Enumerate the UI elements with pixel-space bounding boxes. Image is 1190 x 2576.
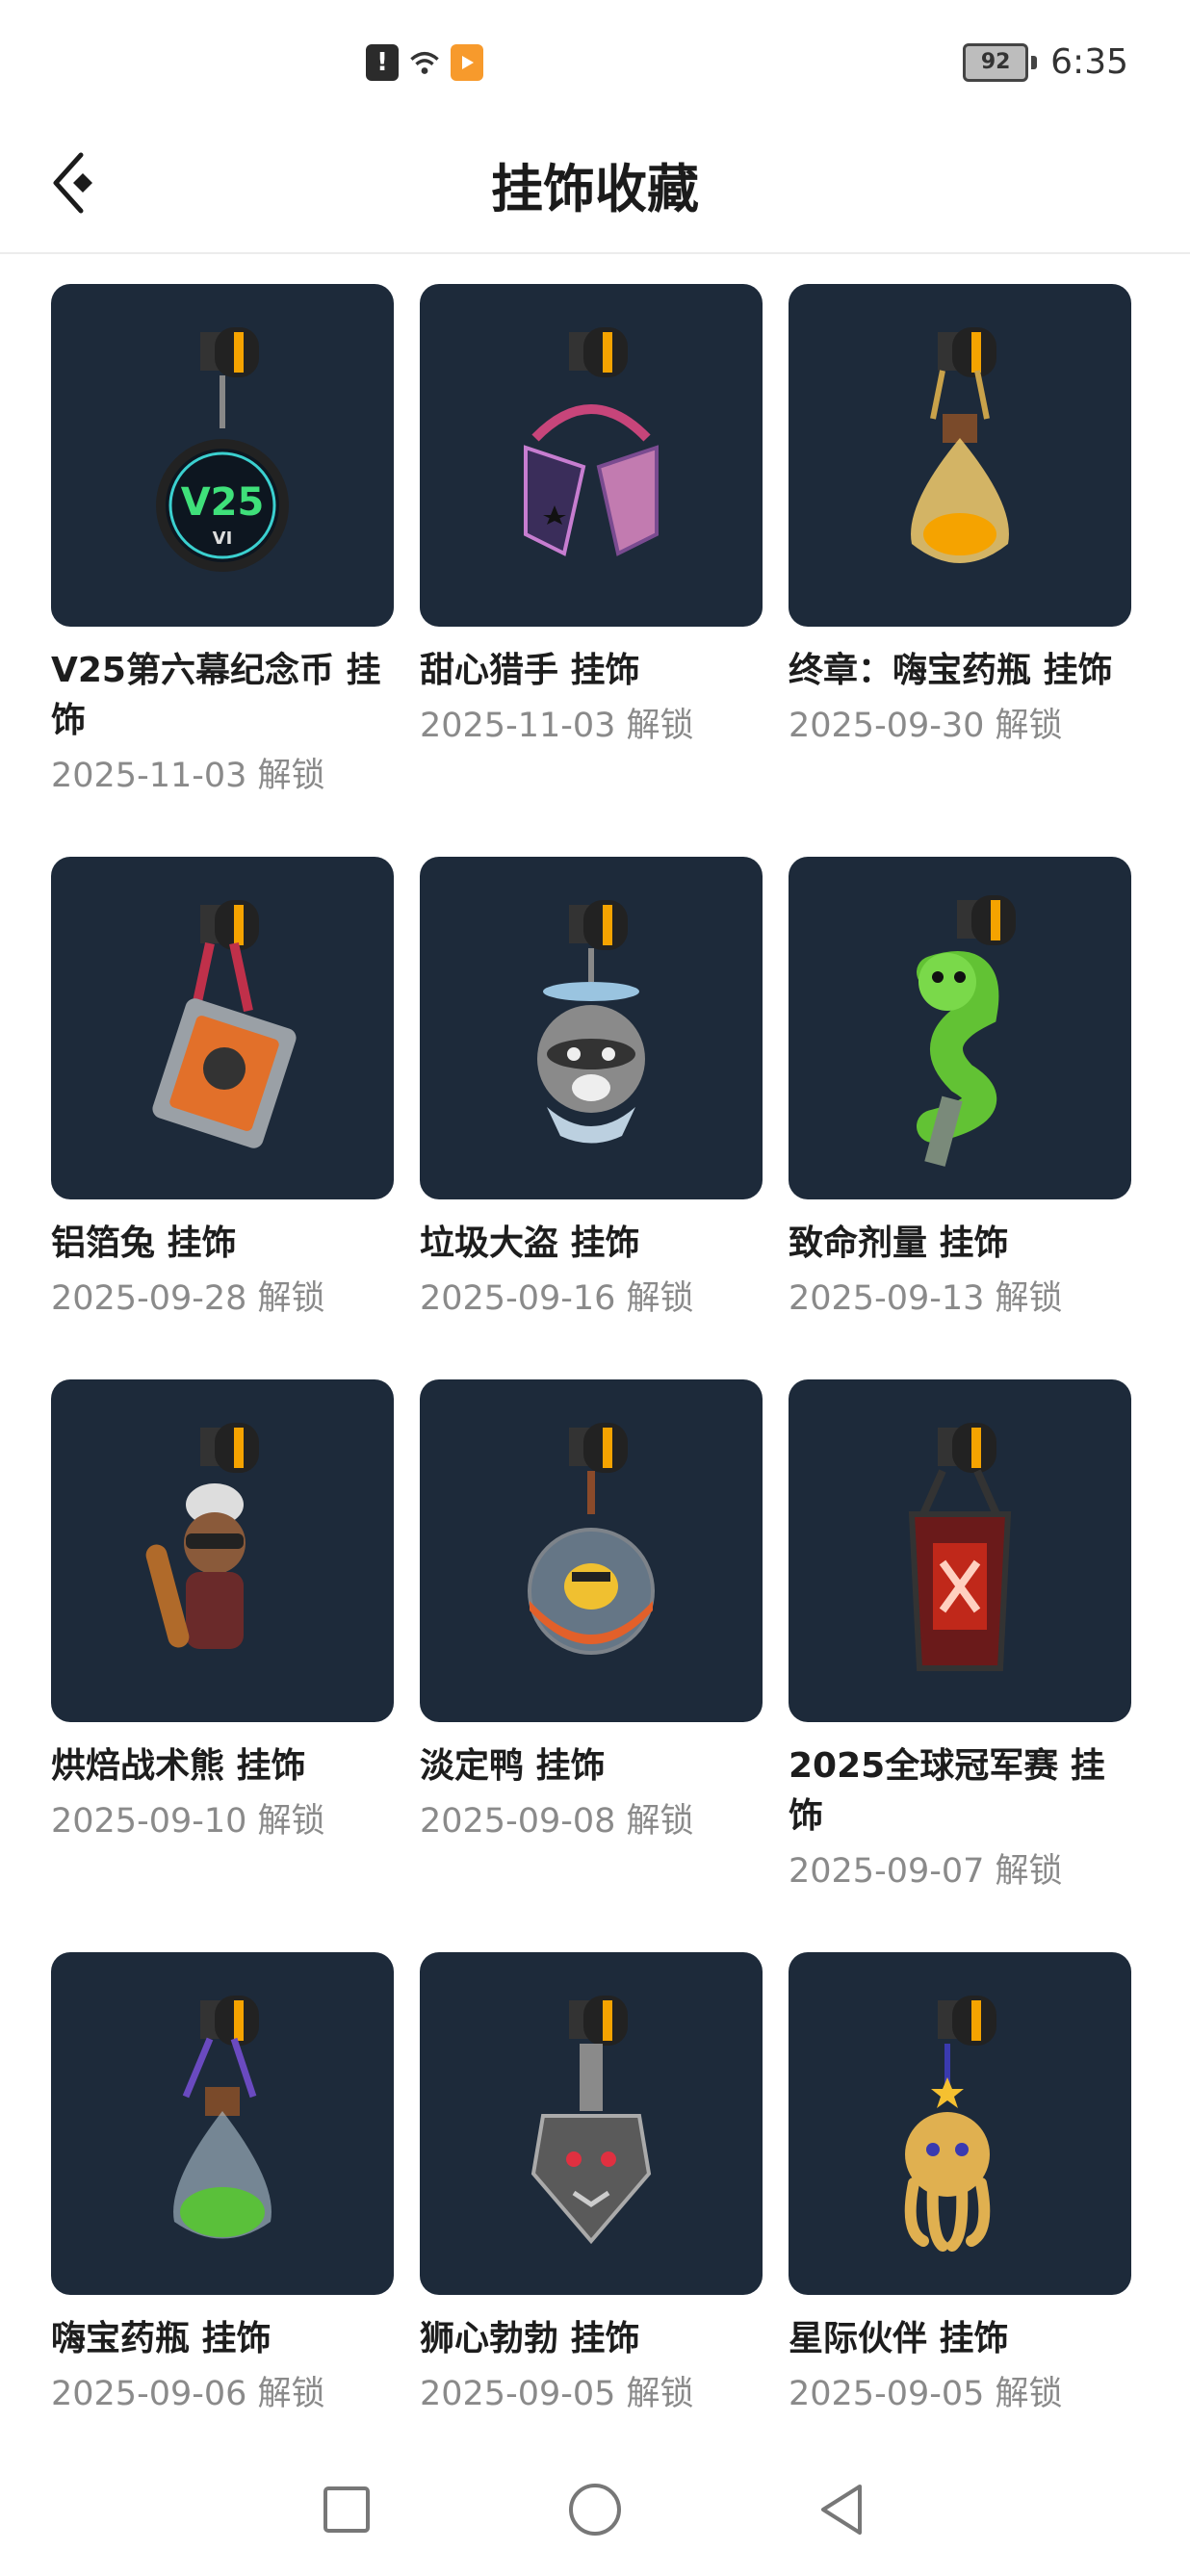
charm-name: 甜心猎手 挂饰 bbox=[420, 651, 640, 690]
charm-image bbox=[420, 1952, 763, 2295]
status-bar: ! 92 6:35 bbox=[0, 0, 1190, 116]
clock: 6:35 bbox=[1050, 42, 1128, 82]
charm-image: V25 VI bbox=[51, 284, 394, 627]
recents-button[interactable] bbox=[303, 2466, 390, 2553]
charm-unlock-date: 2025-09-10 解锁 bbox=[51, 1802, 325, 1841]
charm-name: 致命剂量 挂饰 bbox=[789, 1224, 1009, 1263]
status-right: 92 6:35 bbox=[963, 42, 1128, 82]
charm-image bbox=[51, 1379, 394, 1722]
charm-card[interactable]: 2025全球冠军赛 挂饰 2025-09-07 解锁 bbox=[789, 1379, 1131, 1895]
charm-card[interactable]: 烘焙战术熊 挂饰 2025-09-10 解锁 bbox=[51, 1379, 394, 1845]
screen: ! 92 6:35 挂饰收藏 V25 VI V25第六幕纪念币 挂饰 2025-… bbox=[0, 0, 1190, 2576]
charm-card[interactable]: 垃圾大盗 挂饰 2025-09-16 解锁 bbox=[420, 857, 763, 1323]
charm-image bbox=[420, 1379, 763, 1722]
charm-unlock-date: 2025-09-28 解锁 bbox=[51, 1279, 325, 1318]
charm-unlock-date: 2025-09-13 解锁 bbox=[789, 1279, 1063, 1318]
battery-level: 92 bbox=[963, 42, 1029, 82]
home-circle-icon bbox=[569, 2484, 621, 2536]
charm-card[interactable]: 铝箔兔 挂饰 2025-09-28 解锁 bbox=[51, 857, 394, 1323]
charm-name: 淡定鸭 挂饰 bbox=[420, 1746, 606, 1786]
system-nav-bar bbox=[0, 2445, 1190, 2576]
charm-image bbox=[789, 1952, 1131, 2295]
back-triangle-icon bbox=[821, 2485, 862, 2535]
charm-name: 狮心勃勃 挂饰 bbox=[420, 2319, 640, 2358]
back-arrow-icon bbox=[53, 152, 92, 214]
charm-image bbox=[420, 284, 763, 627]
charm-unlock-date: 2025-09-16 解锁 bbox=[420, 1279, 694, 1318]
charm-unlock-date: 2025-09-07 解锁 bbox=[789, 1852, 1063, 1891]
charm-image bbox=[789, 284, 1131, 627]
charm-name: 垃圾大盗 挂饰 bbox=[420, 1224, 640, 1263]
charm-unlock-date: 2025-09-05 解锁 bbox=[789, 2375, 1063, 2413]
charm-card[interactable]: 星际伙伴 挂饰 2025-09-05 解锁 bbox=[789, 1952, 1131, 2418]
charm-card[interactable]: 终章：嗨宝药瓶 挂饰 2025-09-30 解锁 bbox=[789, 284, 1131, 750]
charm-unlock-date: 2025-11-03 解锁 bbox=[51, 757, 325, 795]
system-back-button[interactable] bbox=[799, 2466, 886, 2553]
charm-name: V25第六幕纪念币 挂饰 bbox=[51, 651, 381, 740]
charm-name: 嗨宝药瓶 挂饰 bbox=[51, 2319, 272, 2358]
video-app-icon bbox=[451, 44, 483, 81]
app-header: 挂饰收藏 bbox=[0, 116, 1190, 254]
battery-icon: 92 bbox=[963, 42, 1038, 82]
charm-name: 铝箔兔 挂饰 bbox=[51, 1224, 237, 1263]
wifi-icon bbox=[408, 44, 441, 81]
charm-card[interactable]: V25 VI V25第六幕纪念币 挂饰 2025-11-03 解锁 bbox=[51, 284, 394, 800]
charm-unlock-date: 2025-09-05 解锁 bbox=[420, 2375, 694, 2413]
charm-unlock-date: 2025-09-30 解锁 bbox=[789, 707, 1063, 745]
charm-name: 星际伙伴 挂饰 bbox=[789, 2319, 1009, 2358]
svg-text:V25: V25 bbox=[181, 480, 265, 525]
charm-card[interactable]: 致命剂量 挂饰 2025-09-13 解锁 bbox=[789, 857, 1131, 1323]
charm-image bbox=[420, 857, 763, 1199]
charm-image bbox=[789, 857, 1131, 1199]
home-button[interactable] bbox=[552, 2466, 638, 2553]
charm-card[interactable]: 狮心勃勃 挂饰 2025-09-05 解锁 bbox=[420, 1952, 763, 2418]
charm-card[interactable]: 嗨宝药瓶 挂饰 2025-09-06 解锁 bbox=[51, 1952, 394, 2418]
charm-image bbox=[789, 1379, 1131, 1722]
status-icons: ! bbox=[366, 44, 483, 81]
charm-name: 2025全球冠军赛 挂饰 bbox=[789, 1746, 1105, 1836]
charm-unlock-date: 2025-09-06 解锁 bbox=[51, 2375, 325, 2413]
charm-card[interactable]: 甜心猎手 挂饰 2025-11-03 解锁 bbox=[420, 284, 763, 750]
charm-name: 终章：嗨宝药瓶 挂饰 bbox=[789, 651, 1113, 690]
charm-image bbox=[51, 857, 394, 1199]
charm-card[interactable]: 淡定鸭 挂饰 2025-09-08 解锁 bbox=[420, 1379, 763, 1845]
charm-name: 烘焙战术熊 挂饰 bbox=[51, 1746, 306, 1786]
charm-unlock-date: 2025-11-03 解锁 bbox=[420, 707, 694, 745]
back-button[interactable] bbox=[39, 144, 116, 221]
recents-square-icon bbox=[323, 2486, 370, 2533]
alert-icon: ! bbox=[366, 44, 399, 81]
charm-image bbox=[51, 1952, 394, 2295]
svg-text:VI: VI bbox=[213, 528, 233, 549]
charm-unlock-date: 2025-09-08 解锁 bbox=[420, 1802, 694, 1841]
page-title: 挂饰收藏 bbox=[491, 158, 699, 219]
